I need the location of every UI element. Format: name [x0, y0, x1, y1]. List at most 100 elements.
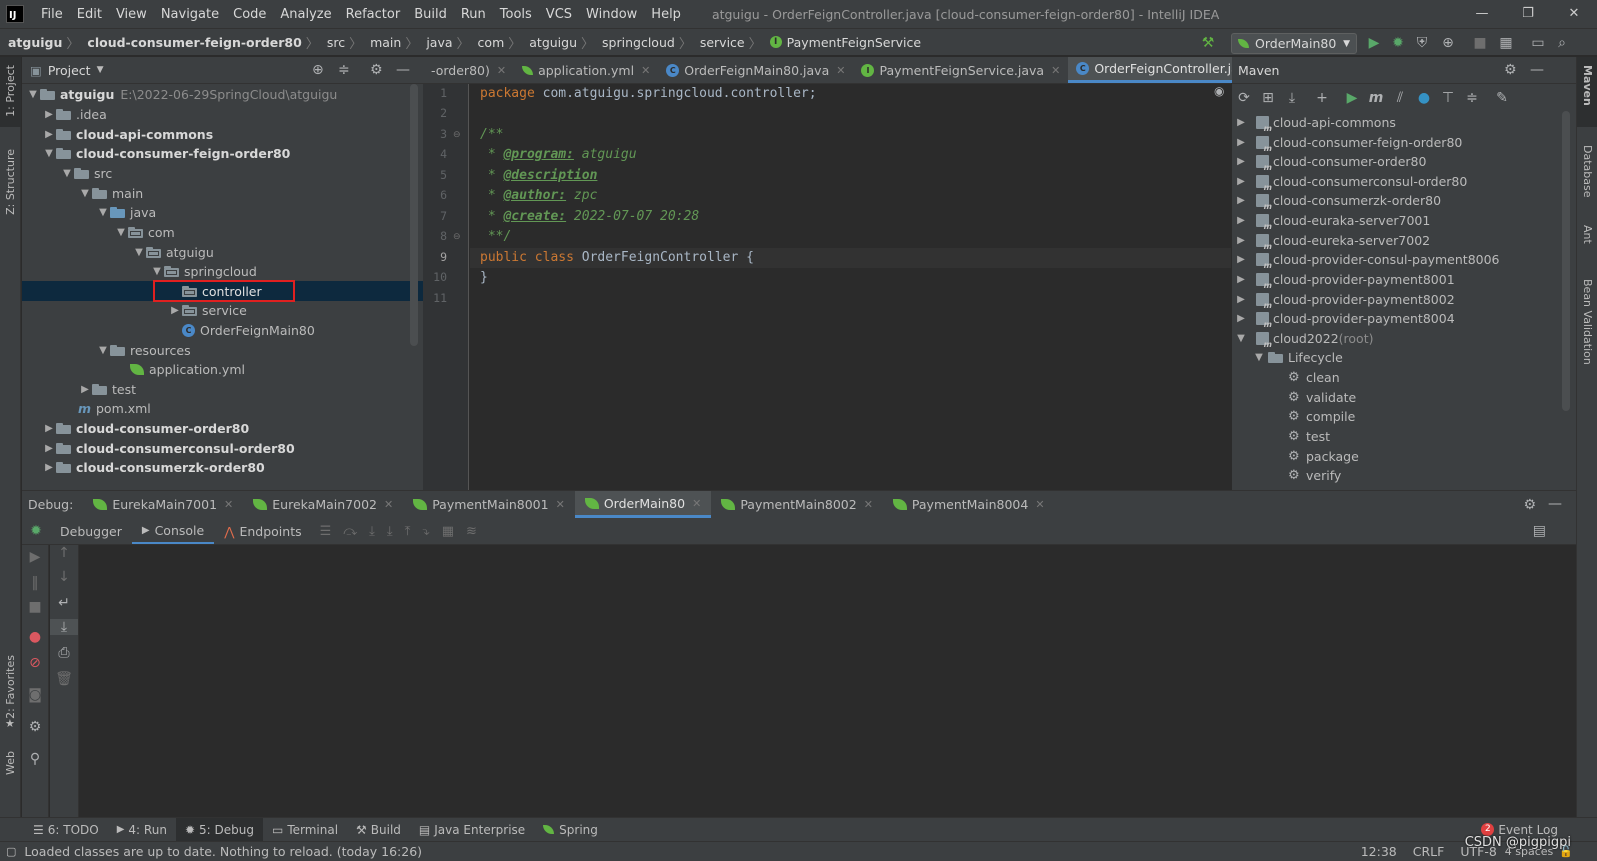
- tree-item-root[interactable]: ▼ atguigu E:\2022-06-29SpringCloud\atgui…: [22, 84, 423, 104]
- maven-project-item[interactable]: ▶ cloud-consumer-order80: [1232, 151, 1576, 172]
- profile-icon[interactable]: ⊕: [1438, 33, 1458, 53]
- tab-paymentfeignservice[interactable]: I PaymentFeignService.java ✕: [853, 57, 1068, 83]
- close-tab-icon[interactable]: ✕: [556, 498, 565, 511]
- tree-item-idea[interactable]: ▶ .idea: [22, 104, 423, 124]
- bean-validation-tool-button[interactable]: Bean Validation: [1581, 279, 1594, 365]
- maven-project-item[interactable]: ▶ cloud-provider-consul-payment8006: [1232, 249, 1576, 270]
- debug-tab-ordermain80[interactable]: OrderMain80 ✕: [574, 491, 712, 518]
- menu-file[interactable]: File: [34, 7, 70, 22]
- tool-tab-todo[interactable]: ☰ 6: TODO: [24, 818, 108, 842]
- subtab-endpoints[interactable]: ⋀ Endpoints: [214, 518, 311, 544]
- maven-project-item[interactable]: ▶ cloud-provider-payment8001: [1232, 269, 1576, 290]
- project-scrollbar[interactable]: [410, 84, 418, 346]
- tree-item-service[interactable]: ▶ service: [22, 300, 423, 320]
- tool-tab-run[interactable]: ▶ 4: Run: [108, 818, 176, 842]
- show-dependencies-icon[interactable]: ⊤: [1436, 90, 1460, 106]
- expanded-arrow-icon[interactable]: ▼: [114, 227, 128, 238]
- dropdown-arrow-icon[interactable]: ▼: [97, 65, 104, 75]
- tree-item-cloud-consumer-feign-order80[interactable]: ▼ cloud-consumer-feign-order80: [22, 143, 423, 163]
- breadcrumb-src[interactable]: src: [319, 35, 349, 50]
- maven-phase-item[interactable]: ⚙ validate: [1232, 387, 1576, 407]
- print-icon[interactable]: ⎙: [50, 645, 78, 661]
- collapsed-arrow-icon[interactable]: ▶: [1234, 176, 1248, 187]
- menu-edit[interactable]: Edit: [70, 7, 109, 22]
- settings-gear-icon[interactable]: ⚙: [22, 719, 48, 735]
- maven-phase-item[interactable]: ⚙ verify: [1232, 465, 1576, 485]
- soft-wrap-icon[interactable]: ↵: [50, 595, 78, 611]
- menu-help[interactable]: Help: [644, 7, 688, 22]
- tool-tab-spring[interactable]: Spring: [534, 818, 607, 842]
- expanded-arrow-icon[interactable]: ▼: [42, 148, 56, 159]
- coverage-icon[interactable]: ⛨: [1412, 33, 1432, 53]
- hide-panel-icon[interactable]: —: [1530, 62, 1544, 78]
- tree-item-main[interactable]: ▼ main: [22, 183, 423, 203]
- maven-project-item[interactable]: ▶ cloud-eureka-server7002: [1232, 230, 1576, 251]
- menu-run[interactable]: Run: [454, 7, 493, 22]
- web-tool-button[interactable]: Web: [4, 751, 17, 775]
- mute-breakpoints-icon[interactable]: ⊘: [22, 655, 48, 671]
- stop-icon[interactable]: ■: [22, 599, 48, 615]
- collapsed-arrow-icon[interactable]: ▶: [1234, 117, 1248, 128]
- generate-sources-icon[interactable]: ⊞: [1256, 90, 1280, 106]
- expanded-arrow-icon[interactable]: ▼: [132, 247, 146, 258]
- collapsed-arrow-icon[interactable]: ▶: [1234, 215, 1248, 226]
- project-tool-button[interactable]: 1: Project: [4, 65, 17, 117]
- collapsed-arrow-icon[interactable]: ▶: [1234, 137, 1248, 148]
- collapsed-arrow-icon[interactable]: ▶: [1234, 195, 1248, 206]
- locate-file-icon[interactable]: ⊕: [312, 62, 324, 78]
- stop-icon[interactable]: ■: [1470, 33, 1490, 53]
- tool-tab-terminal[interactable]: ▭ Terminal: [263, 818, 347, 842]
- breadcrumb-project[interactable]: atguigu: [0, 35, 66, 50]
- tree-item-cloud-consumerzk-order80[interactable]: ▶ cloud-consumerzk-order80: [22, 457, 423, 477]
- pin-icon[interactable]: ⚲: [22, 751, 48, 767]
- line-separator[interactable]: CRLF: [1413, 844, 1445, 859]
- maven-tool-button[interactable]: Maven: [1581, 65, 1594, 106]
- expanded-arrow-icon[interactable]: ▼: [26, 89, 40, 100]
- tool-tab-build[interactable]: ⚒ Build: [347, 818, 410, 842]
- clear-all-icon[interactable]: 🗑: [50, 671, 78, 687]
- debug-tab-eurekamain7002[interactable]: EurekaMain7002 ✕: [243, 491, 403, 518]
- collapsed-arrow-icon[interactable]: ▶: [42, 129, 56, 140]
- close-tab-icon[interactable]: ✕: [641, 64, 650, 77]
- close-tab-icon[interactable]: ✕: [692, 497, 701, 510]
- restore-button[interactable]: ❐: [1505, 0, 1551, 28]
- structure-tool-button[interactable]: Z: Structure: [4, 149, 17, 215]
- tree-item-cloud-api-commons[interactable]: ▶ cloud-api-commons: [22, 124, 423, 144]
- settings-gear-icon[interactable]: ⚙: [370, 62, 383, 78]
- menu-tools[interactable]: Tools: [493, 7, 539, 22]
- breadcrumb-paymentfeignservice[interactable]: PaymentFeignService: [787, 35, 925, 50]
- debug-tab-paymentmain8001[interactable]: PaymentMain8001 ✕: [403, 491, 575, 518]
- collapsed-arrow-icon[interactable]: ▶: [42, 443, 56, 454]
- maven-project-item[interactable]: ▶ cloud-provider-payment8002: [1232, 289, 1576, 310]
- maven-project-item[interactable]: ▶ cloud-api-commons: [1232, 112, 1576, 133]
- skip-tests-icon[interactable]: ●: [1412, 90, 1436, 106]
- breadcrumb-service[interactable]: service: [692, 35, 749, 50]
- menu-analyze[interactable]: Analyze: [273, 7, 338, 22]
- breadcrumb-com[interactable]: com: [470, 35, 509, 50]
- hide-panel-icon[interactable]: —: [1548, 496, 1562, 512]
- search-everywhere-icon[interactable]: ⌕: [1552, 33, 1572, 53]
- tree-item-com[interactable]: ▼ com: [22, 222, 423, 242]
- settings-gear-icon[interactable]: ⚙: [1523, 497, 1536, 513]
- menu-build[interactable]: Build: [407, 7, 454, 22]
- close-tab-icon[interactable]: ✕: [497, 64, 506, 77]
- build-hammer-icon[interactable]: ⚒: [1198, 33, 1218, 53]
- collapsed-arrow-icon[interactable]: ▶: [1234, 156, 1248, 167]
- expanded-arrow-icon[interactable]: ▼: [60, 168, 74, 179]
- expanded-arrow-icon[interactable]: ▼: [1252, 352, 1266, 363]
- code-editor[interactable]: package com.atguigu.springcloud.controll…: [470, 84, 1231, 490]
- toggle-offline-icon[interactable]: ⫽: [1388, 90, 1412, 106]
- collapsed-arrow-icon[interactable]: ▶: [42, 462, 56, 473]
- subtab-debugger[interactable]: Debugger: [50, 518, 132, 544]
- terminal-window-icon[interactable]: ▭: [1528, 33, 1548, 53]
- close-tab-icon[interactable]: ✕: [224, 498, 233, 511]
- collapsed-arrow-icon[interactable]: ▶: [42, 109, 56, 120]
- view-breakpoints-icon[interactable]: ●: [22, 629, 48, 645]
- breadcrumb-main[interactable]: main: [362, 35, 405, 50]
- breadcrumb-module[interactable]: cloud-consumer-feign-order80: [79, 35, 305, 50]
- wrench-icon[interactable]: ✎: [1490, 90, 1514, 106]
- maven-scrollbar[interactable]: [1562, 111, 1570, 411]
- console-output[interactable]: [79, 545, 1576, 817]
- maven-project-item[interactable]: ▶ cloud-consumerzk-order80: [1232, 190, 1576, 211]
- breadcrumb-java[interactable]: java: [418, 35, 456, 50]
